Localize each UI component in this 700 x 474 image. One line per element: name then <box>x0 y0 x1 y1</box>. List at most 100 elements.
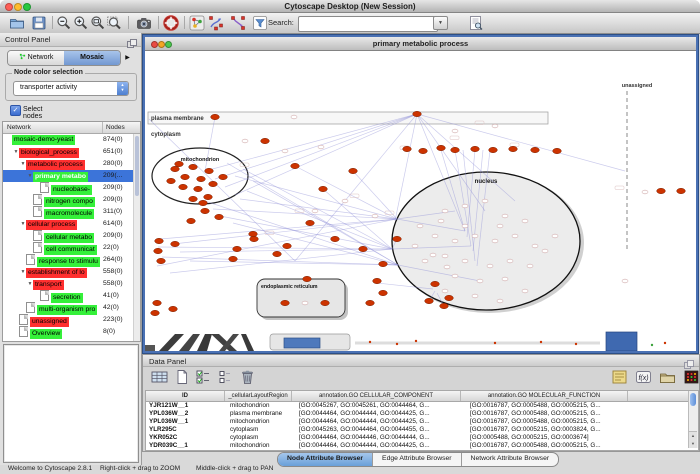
tree-row-response-to-stimulu[interactable]: response to stimulu264(0) <box>3 254 134 266</box>
file-icon <box>26 254 35 265</box>
formula-builder-icon[interactable]: f(x) <box>635 369 652 385</box>
network-view-title: primary metabolic process <box>145 39 696 48</box>
snapshot-icon[interactable] <box>136 15 152 31</box>
tab-mosaic[interactable]: Mosaic <box>64 51 120 65</box>
zoom-selected-icon[interactable] <box>90 15 106 31</box>
window-title: Cytoscape Desktop (New Session) <box>0 2 700 11</box>
network-view-titlebar[interactable]: primary metabolic process <box>145 37 696 51</box>
float-panel-icon[interactable] <box>127 35 137 44</box>
help-icon[interactable] <box>163 15 179 31</box>
tree-row-metabolic-process[interactable]: ▼metabolic process280(0) <box>3 158 134 170</box>
control-panel-title: Control Panel <box>5 35 50 44</box>
control-panel-tabs: Network Mosaic <box>7 50 121 66</box>
tree-row-macromolecule[interactable]: macromolecule311(0) <box>3 206 134 218</box>
network-view-frame[interactable]: primary metabolic process plasma membran… <box>142 34 699 354</box>
table-row[interactable]: YJR121W__1mitochondrion[GO:0045267, GO:0… <box>146 402 698 410</box>
tree-row-mosaic-demo-yeast[interactable]: mosaic-demo-yeast874(0) <box>3 134 134 146</box>
search-options-icon[interactable] <box>468 15 484 31</box>
tree-row-cell-communicat[interactable]: cell communicat22(0) <box>3 242 134 254</box>
partially-visible-network-content <box>145 332 666 351</box>
tree-row-unassigned[interactable]: unassigned223(0) <box>3 314 134 326</box>
status-bar: Welcome to Cytoscape 2.8.1 Right-click +… <box>0 464 700 474</box>
data-panel-title: Data Panel <box>149 357 186 366</box>
delete-attribute-icon[interactable] <box>239 369 256 385</box>
file-icon <box>33 230 42 241</box>
tree-header[interactable]: Network Nodes <box>3 122 140 134</box>
tree-row-primary-metabo[interactable]: ▼primary metabo209(... <box>3 170 134 182</box>
birds-eye-view[interactable] <box>3 344 139 463</box>
tree-row-transport[interactable]: ▼transport558(0) <box>3 278 134 290</box>
table-scrollbar[interactable]: ▲▼ <box>688 391 698 448</box>
zoom-in-icon[interactable] <box>73 15 89 31</box>
tab-network[interactable]: Network <box>8 51 64 65</box>
table-row[interactable]: YDR039C__1mitochondrion[GO:0044464, GO:0… <box>146 442 698 450</box>
unassigned-label: unassigned <box>622 83 653 89</box>
control-panel: Control Panel Network Mosaic ▶ Node colo… <box>0 33 142 465</box>
attribute-editor-icon[interactable] <box>611 369 628 385</box>
plasma-membrane-region <box>148 112 548 124</box>
float-data-panel-icon[interactable] <box>684 356 694 365</box>
scrollbar-arrows-icon[interactable]: ▲▼ <box>689 431 697 448</box>
group-label: Node color selection <box>12 69 85 76</box>
table-scrollbar-thumb[interactable] <box>690 393 696 406</box>
file-icon <box>26 302 35 313</box>
file-icon <box>19 326 28 337</box>
tree-row-cellular-metabo[interactable]: cellular metabo209(0) <box>3 230 134 242</box>
color-attribute-dropdown[interactable]: transporter activity ▲▼ <box>13 81 129 96</box>
table-row[interactable]: YPL036W__2plasma membrane[GO:0044464, GO… <box>146 410 698 418</box>
search-label: Search: <box>268 18 294 27</box>
zoom-fit-icon[interactable] <box>106 15 122 31</box>
table-row[interactable]: YPL036W__1mitochondrion[GO:0044464, GO:0… <box>146 418 698 426</box>
new-attribute-icon[interactable] <box>173 369 190 385</box>
node-color-selection-group: Node color selection transporter activit… <box>5 73 137 101</box>
tree-row-nucleobase-[interactable]: nucleobase-209(0) <box>3 182 134 194</box>
select-nodes-checkbox[interactable]: ✓ <box>10 105 21 116</box>
select-attributes-icon[interactable] <box>195 369 212 385</box>
status-hint-pan: Middle-click + drag to PAN <box>196 465 273 472</box>
svg-text:f(x): f(x) <box>638 375 648 382</box>
tree-row-secretion[interactable]: secretion41(0) <box>3 290 134 302</box>
open-session-icon[interactable] <box>9 15 25 31</box>
mitochondrion-label: mitochondrion <box>181 157 220 163</box>
status-hint-zoom: Right-click + drag to ZOOM <box>100 465 180 472</box>
merge-networks-icon[interactable] <box>230 15 246 31</box>
endoplasmic-reticulum-label: endoplasmic reticulum <box>261 284 318 290</box>
unselect-attributes-icon[interactable] <box>217 369 234 385</box>
tree-row-establishment-of-lo[interactable]: ▼establishment of lo558(0) <box>3 266 134 278</box>
file-icon <box>19 314 28 325</box>
dropdown-stepper-icon: ▲▼ <box>117 82 128 95</box>
window-titlebar[interactable]: Cytoscape Desktop (New Session) <box>0 0 700 13</box>
vizmapper-icon[interactable] <box>189 15 205 31</box>
main-toolbar: Search: ▼ <box>0 13 700 34</box>
file-icon <box>40 182 49 193</box>
zoom-out-icon[interactable] <box>56 15 72 31</box>
tree-row-biological-process[interactable]: ▼biological_process651(0) <box>3 146 134 158</box>
nucleus-region <box>392 172 580 310</box>
import-attributes-icon[interactable] <box>659 369 676 385</box>
table-row[interactable]: YKR052Ccytoplasm[GO:0044464, GO:0044446,… <box>146 434 698 442</box>
network-tab-icon <box>19 52 26 59</box>
tree-row-overview[interactable]: Overview8(0) <box>3 326 134 338</box>
control-panel-header: Control Panel <box>0 33 141 47</box>
tree-row-multi-organism-pro[interactable]: multi-organism pro42(0) <box>3 302 134 314</box>
table-row[interactable]: YLR295Ccytoplasm[GO:0045263, GO:0044464,… <box>146 426 698 434</box>
tree-scrollbar[interactable] <box>133 134 140 341</box>
filter-icon[interactable] <box>252 15 268 31</box>
annotate-network-icon[interactable] <box>208 15 224 31</box>
attribute-table[interactable]: ID _cellularLayoutRegion annotation.GO C… <box>145 390 699 451</box>
save-session-icon[interactable] <box>31 15 47 31</box>
tab-overflow-icon[interactable]: ▶ <box>121 50 134 66</box>
file-icon <box>40 290 49 301</box>
search-dropdown-icon[interactable]: ▼ <box>433 16 448 30</box>
matrix-view-icon[interactable] <box>683 369 700 385</box>
tree-row-cellular-process[interactable]: ▼cellular process614(0) <box>3 218 134 230</box>
attribute-grid-icon[interactable] <box>151 369 168 385</box>
attribute-table-header[interactable]: ID _cellularLayoutRegion annotation.GO C… <box>146 391 698 402</box>
search-input[interactable] <box>298 16 438 32</box>
network-canvas[interactable]: plasma membrane cytoplasm nucleus mitoch… <box>145 51 696 351</box>
application-window: Cytoscape Desktop (New Session) Search: … <box>0 0 700 474</box>
data-panel-toolbar: f(x) <box>143 366 699 390</box>
tree-row-nitrogen-compo[interactable]: nitrogen compo209(0) <box>3 194 134 206</box>
file-icon <box>33 194 42 205</box>
file-icon <box>33 206 42 217</box>
